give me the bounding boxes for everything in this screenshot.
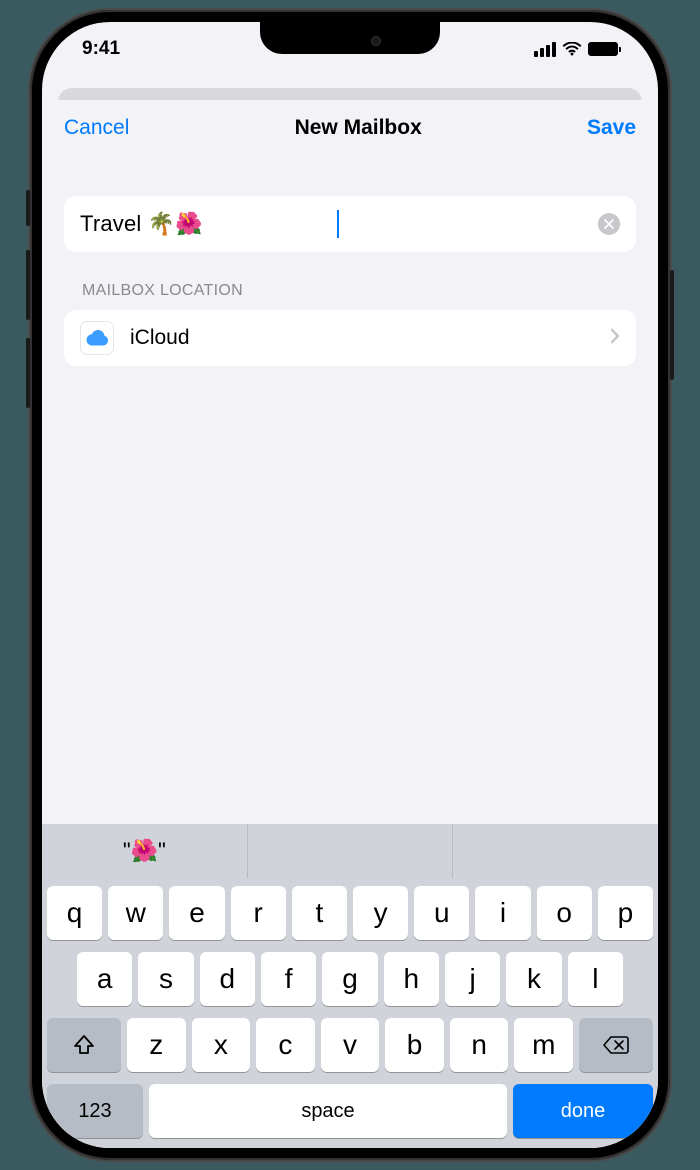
suggestion-2[interactable] [248,824,454,878]
status-time: 9:41 [82,38,120,60]
mailbox-name-input[interactable]: Travel 🌴🌺 [80,211,339,237]
key-l[interactable]: l [568,952,623,1006]
key-s[interactable]: s [138,952,193,1006]
key-h[interactable]: h [384,952,439,1006]
clear-icon [604,219,614,229]
key-y[interactable]: y [353,886,408,940]
keyboard: "🌺" q w e r t y u i [42,824,658,1148]
status-icons [534,42,618,57]
key-o[interactable]: o [537,886,592,940]
key-x[interactable]: x [192,1018,251,1072]
key-p[interactable]: p [598,886,653,940]
key-done[interactable]: done [513,1084,653,1138]
chevron-right-icon [610,328,620,349]
key-b[interactable]: b [385,1018,444,1072]
mailbox-name-cell[interactable]: Travel 🌴🌺 [64,196,636,252]
page-title: New Mailbox [295,116,422,140]
key-a[interactable]: a [77,952,132,1006]
nav-bar: Cancel New Mailbox Save [42,100,658,156]
cellular-signal-icon [534,42,556,57]
key-z[interactable]: z [127,1018,186,1072]
icloud-icon [80,321,114,355]
key-backspace[interactable] [579,1018,653,1072]
battery-icon [588,42,618,56]
key-numbers[interactable]: 123 [47,1084,143,1138]
key-v[interactable]: v [321,1018,380,1072]
key-q[interactable]: q [47,886,102,940]
key-c[interactable]: c [256,1018,315,1072]
suggestion-bar: "🌺" [42,824,658,878]
mailbox-location-label: iCloud [130,326,610,350]
key-w[interactable]: w [108,886,163,940]
key-r[interactable]: r [231,886,286,940]
key-space[interactable]: space [149,1084,507,1138]
key-d[interactable]: d [200,952,255,1006]
key-f[interactable]: f [261,952,316,1006]
save-button[interactable]: Save [587,116,636,140]
key-shift[interactable] [47,1018,121,1072]
device-notch [260,22,440,54]
cancel-button[interactable]: Cancel [64,116,129,140]
key-m[interactable]: m [514,1018,573,1072]
text-cursor [337,210,339,238]
mailbox-location-header: MAILBOX LOCATION [82,282,636,300]
key-g[interactable]: g [322,952,377,1006]
key-t[interactable]: t [292,886,347,940]
mailbox-location-cell[interactable]: iCloud [64,310,636,366]
suggestion-1[interactable]: "🌺" [42,824,248,878]
key-n[interactable]: n [450,1018,509,1072]
key-k[interactable]: k [506,952,561,1006]
clear-input-button[interactable] [598,213,620,235]
key-e[interactable]: e [169,886,224,940]
key-j[interactable]: j [445,952,500,1006]
suggestion-3[interactable] [453,824,658,878]
key-i[interactable]: i [475,886,530,940]
wifi-icon [562,42,582,57]
modal-sheet: Cancel New Mailbox Save Travel 🌴🌺 MAILBO… [42,100,658,1148]
shift-icon [72,1033,96,1057]
key-u[interactable]: u [414,886,469,940]
backspace-icon [602,1035,630,1055]
